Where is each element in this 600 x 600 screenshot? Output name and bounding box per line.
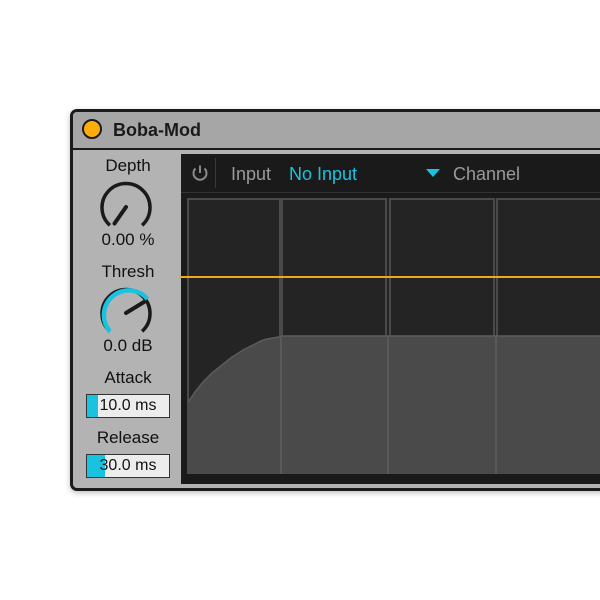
depth-knob[interactable]	[96, 178, 156, 234]
release-label: Release	[96, 428, 160, 447]
envelope-curve	[188, 336, 600, 473]
power-button[interactable]	[185, 158, 216, 188]
device-power-button[interactable]	[82, 119, 102, 139]
device-window: Boba-Mod Depth 0.00 % Thresh 0.0 dB Atta…	[70, 109, 600, 491]
release-number-box[interactable]: 30.0 ms	[86, 454, 170, 478]
input-label: Input	[231, 164, 272, 184]
attack-value: 10.0 ms	[99, 397, 157, 414]
channel-label: Channel	[453, 164, 521, 184]
envelope-panel: Input No Input Channel	[179, 154, 600, 484]
power-icon	[192, 165, 208, 181]
envelope-graph	[187, 198, 600, 474]
title-bar: Boba-Mod	[73, 112, 600, 150]
triangle-down-icon[interactable]	[426, 169, 440, 179]
attack-number-box[interactable]: 10.0 ms	[86, 394, 170, 418]
input-select[interactable]: No Input	[289, 164, 357, 185]
thresh-knob[interactable]	[96, 284, 156, 340]
device-title: Boba-Mod	[113, 120, 201, 140]
release-value: 30.0 ms	[99, 457, 157, 474]
thresh-value: 0.0 dB	[103, 336, 153, 355]
attack-label: Attack	[104, 368, 152, 387]
threshold-line[interactable]	[179, 276, 600, 278]
depth-label: Depth	[105, 156, 151, 175]
thresh-label: Thresh	[101, 262, 155, 281]
panel-toolbar: Input No Input Channel	[181, 154, 600, 193]
depth-value: 0.00 %	[101, 230, 155, 249]
